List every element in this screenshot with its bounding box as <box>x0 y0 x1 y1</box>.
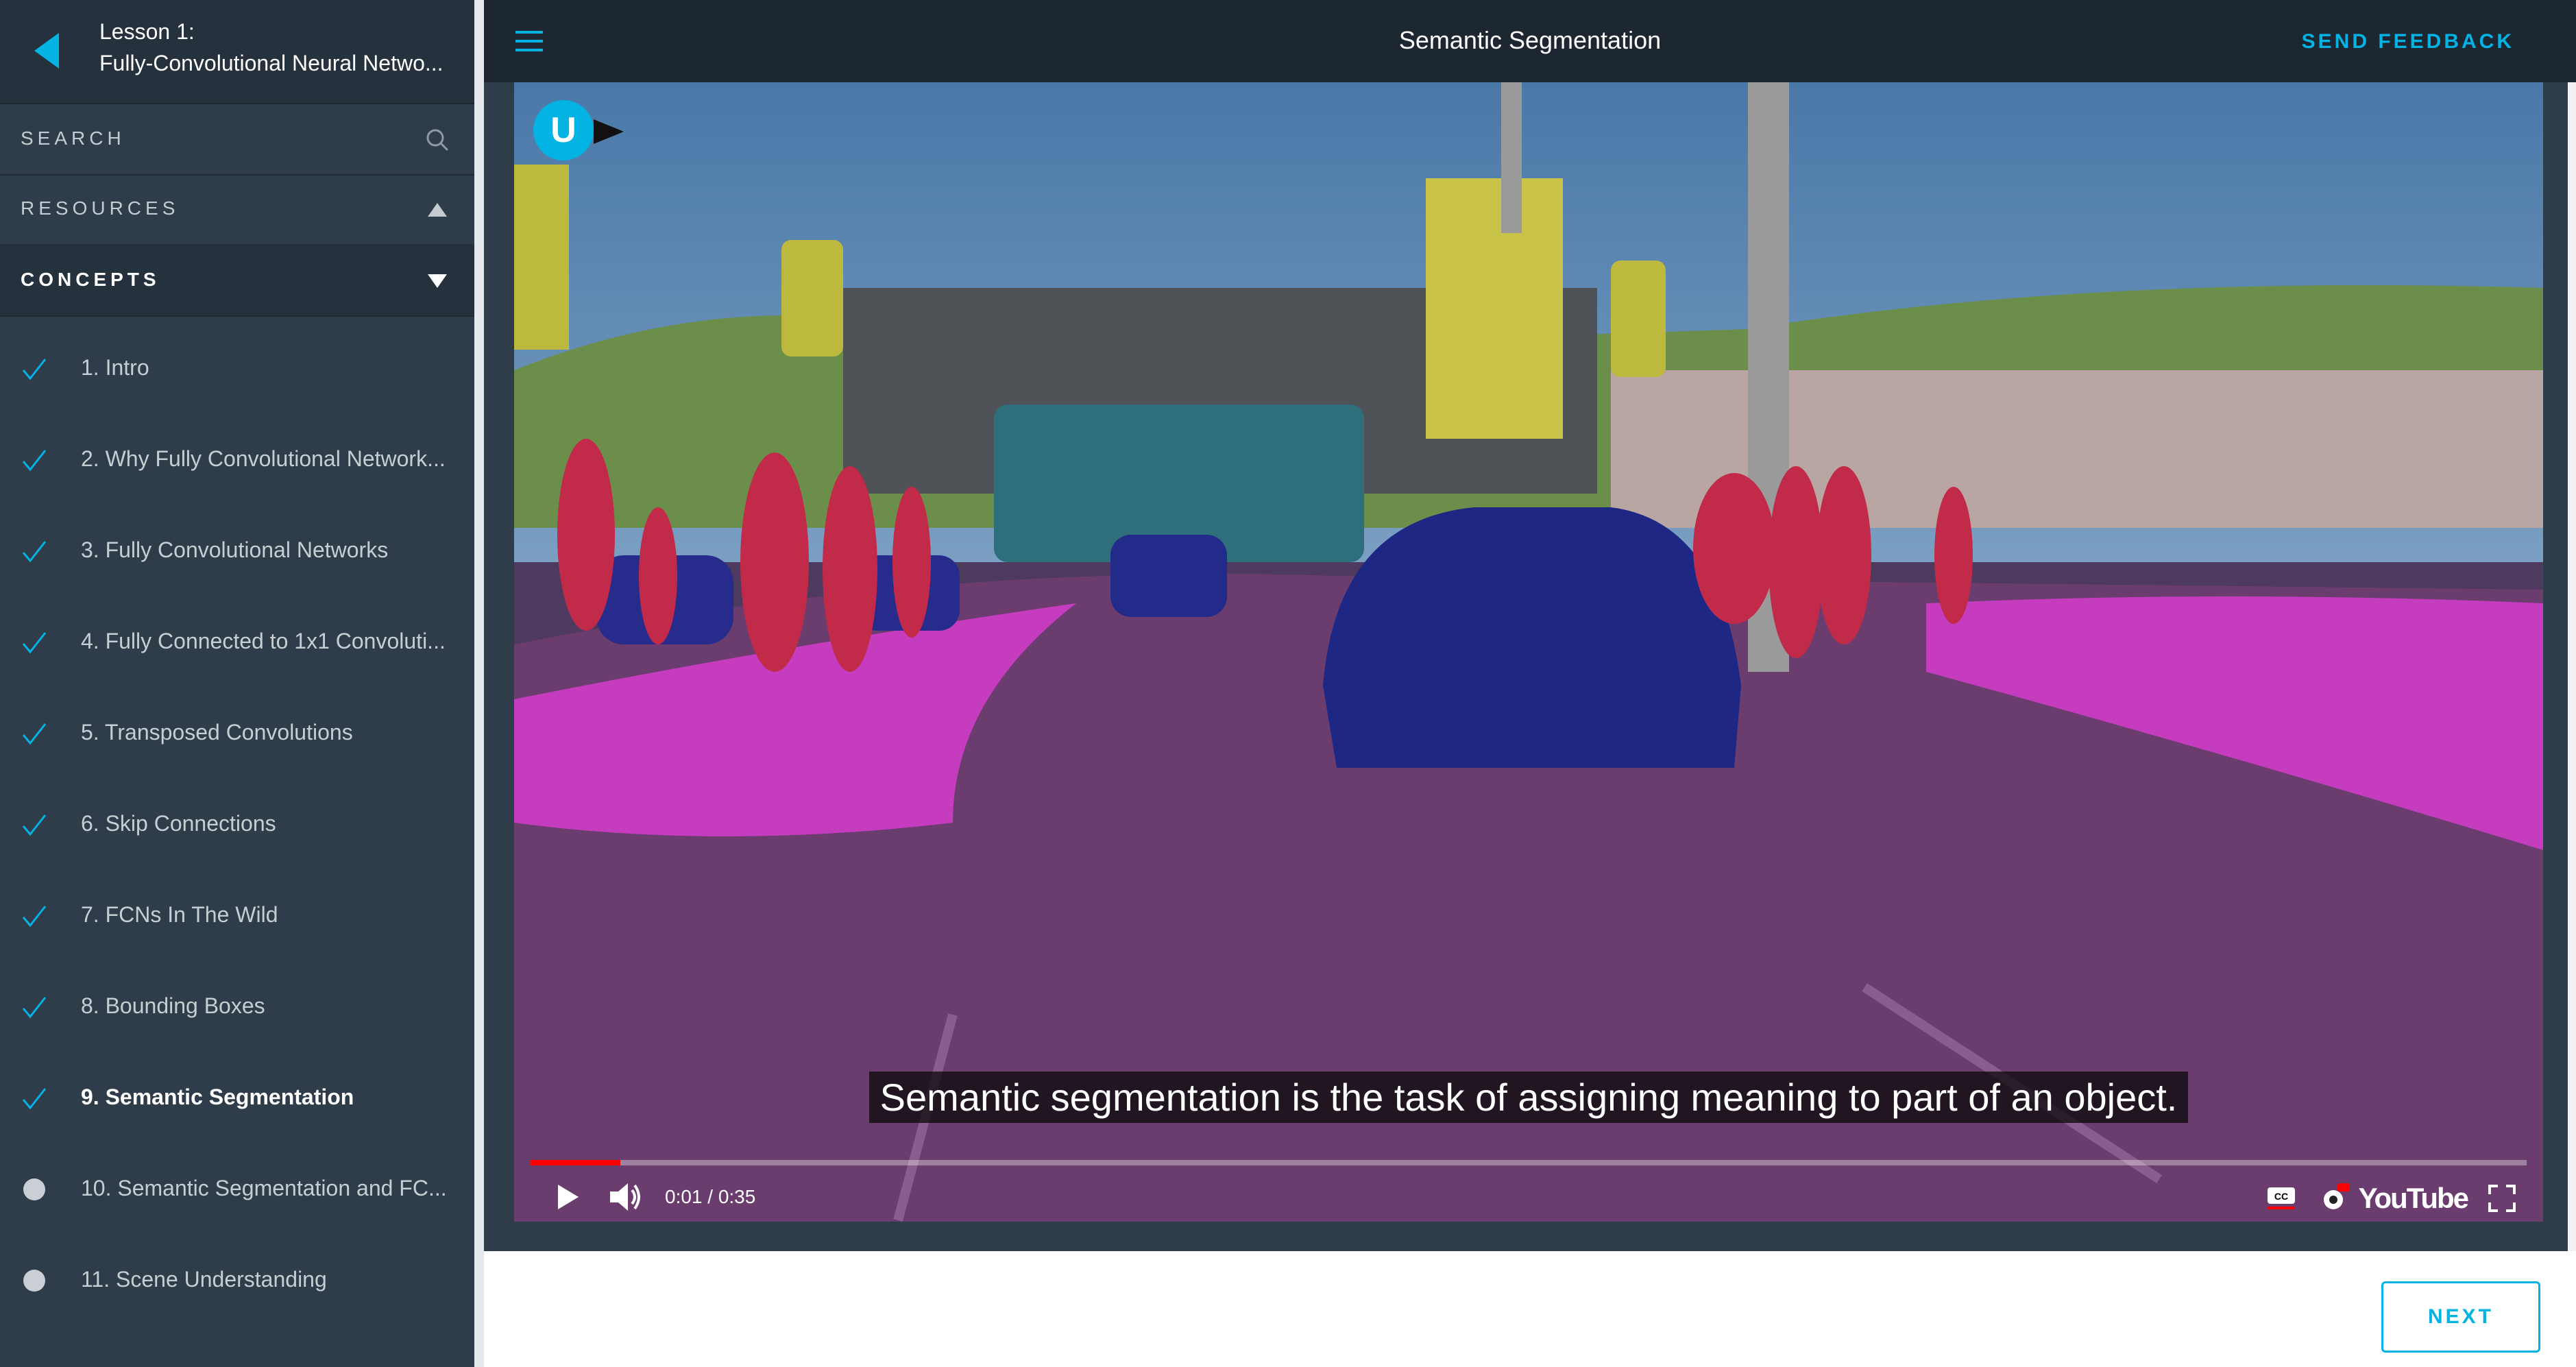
search-row[interactable]: SEARCH <box>0 103 474 176</box>
search-icon[interactable] <box>425 128 450 152</box>
subtitle-text: Semantic segmentation is the task of ass… <box>868 1072 2189 1123</box>
resources-row[interactable]: RESOURCES <box>0 173 474 245</box>
udacity-logo[interactable]: U <box>533 100 594 160</box>
concepts-label: CONCEPTS <box>21 269 160 290</box>
sidebar: Lesson 1: Fully-Convolutional Neural Net… <box>0 0 474 1367</box>
video-progress-bar[interactable] <box>531 1160 2527 1165</box>
settings-gear-icon[interactable] <box>2318 1182 2351 1215</box>
video-controls: 0:01 / 0:35 CC YouTube <box>514 1172 2543 1222</box>
concept-label: 11. Scene Understanding <box>81 1267 327 1292</box>
concept-item-fc-to-1x1[interactable]: 4. Fully Connected to 1x1 Convoluti... <box>0 596 474 687</box>
checkmark-icon <box>22 541 47 563</box>
lesson-title: Fully-Convolutional Neural Netwo... <box>99 51 443 75</box>
concept-item-skip-connections[interactable]: 6. Skip Connections <box>0 778 474 869</box>
video-player[interactable]: U Semantic segmentation is the task of a… <box>514 82 2543 1222</box>
concept-label: 3. Fully Convolutional Networks <box>81 537 389 562</box>
lesson-header: Lesson 1: Fully-Convolutional Neural Net… <box>0 0 474 104</box>
play-icon[interactable] <box>554 1183 581 1211</box>
concept-label: 7. FCNs In The Wild <box>81 902 278 927</box>
send-feedback-link[interactable]: SEND FEEDBACK <box>2302 30 2514 53</box>
concept-item-fcn[interactable]: 3. Fully Convolutional Networks <box>0 505 474 596</box>
concept-item-bounding-boxes[interactable]: 8. Bounding Boxes <box>0 960 474 1052</box>
checkmark-icon <box>22 997 47 1019</box>
concept-label: 5. Transposed Convolutions <box>81 720 353 745</box>
checkmark-icon <box>22 723 47 745</box>
checkmark-icon <box>22 906 47 928</box>
checkmark-icon <box>22 1088 47 1110</box>
footer: NEXT <box>484 1251 2576 1367</box>
concept-item-fcns-in-wild[interactable]: 7. FCNs In The Wild <box>0 869 474 960</box>
concept-item-transposed-conv[interactable]: 5. Transposed Convolutions <box>0 687 474 778</box>
concept-item-semantic-segmentation[interactable]: 9. Semantic Segmentation <box>0 1052 474 1143</box>
concept-label: 6. Skip Connections <box>81 811 276 836</box>
udacity-logo-flag <box>594 119 624 144</box>
incomplete-dot-icon <box>21 1176 48 1203</box>
segmentation-video-frame <box>514 82 2543 1222</box>
incomplete-dot-icon <box>21 1267 48 1294</box>
closed-captions-icon[interactable]: CC <box>2266 1186 2296 1209</box>
concept-label: 2. Why Fully Convolutional Network... <box>81 446 446 471</box>
volume-icon[interactable] <box>609 1182 643 1212</box>
page-title: Semantic Segmentation <box>1398 26 1662 54</box>
video-time: 0:01 / 0:35 <box>665 1186 756 1207</box>
concept-item-why-fcn[interactable]: 2. Why Fully Convolutional Network... <box>0 413 474 505</box>
concept-item-intro[interactable]: 1. Intro <box>0 322 474 413</box>
search-label: SEARCH <box>21 128 125 149</box>
video-container: U Semantic segmentation is the task of a… <box>484 82 2568 1251</box>
concept-label: 8. Bounding Boxes <box>81 993 265 1018</box>
back-arrow-icon[interactable] <box>29 30 63 71</box>
checkmark-icon <box>22 359 47 380</box>
concept-label: 10. Semantic Segmentation and FC... <box>81 1176 447 1200</box>
video-progress-fill <box>531 1160 621 1165</box>
concept-label: 1. Intro <box>81 355 149 380</box>
concept-item-semantic-seg-fcn[interactable]: 10. Semantic Segmentation and FC... <box>0 1143 474 1234</box>
next-button[interactable]: NEXT <box>2381 1281 2540 1353</box>
concept-item-scene-understanding[interactable]: 11. Scene Understanding <box>0 1234 474 1325</box>
page-scrollbar[interactable] <box>2568 82 2576 1251</box>
concepts-row[interactable]: CONCEPTS <box>0 244 474 317</box>
fullscreen-icon[interactable] <box>2488 1185 2516 1212</box>
video-subtitle: Semantic segmentation is the task of ass… <box>514 1072 2543 1123</box>
checkmark-icon <box>22 814 47 836</box>
checkmark-icon <box>22 632 47 654</box>
concept-label: 9. Semantic Segmentation <box>81 1085 354 1109</box>
lesson-number: Lesson 1: <box>99 19 195 44</box>
youtube-logo[interactable]: YouTube <box>2359 1182 2469 1215</box>
sidebar-resize-handle[interactable] <box>474 0 484 1367</box>
resources-label: RESOURCES <box>21 197 180 219</box>
concept-label: 4. Fully Connected to 1x1 Convoluti... <box>81 629 446 653</box>
chevron-up-icon[interactable] <box>425 197 450 222</box>
chevron-down-icon[interactable] <box>425 269 450 293</box>
top-bar: Semantic Segmentation SEND FEEDBACK <box>484 0 2576 82</box>
checkmark-icon <box>22 450 47 472</box>
svg-text:CC: CC <box>2274 1191 2288 1202</box>
